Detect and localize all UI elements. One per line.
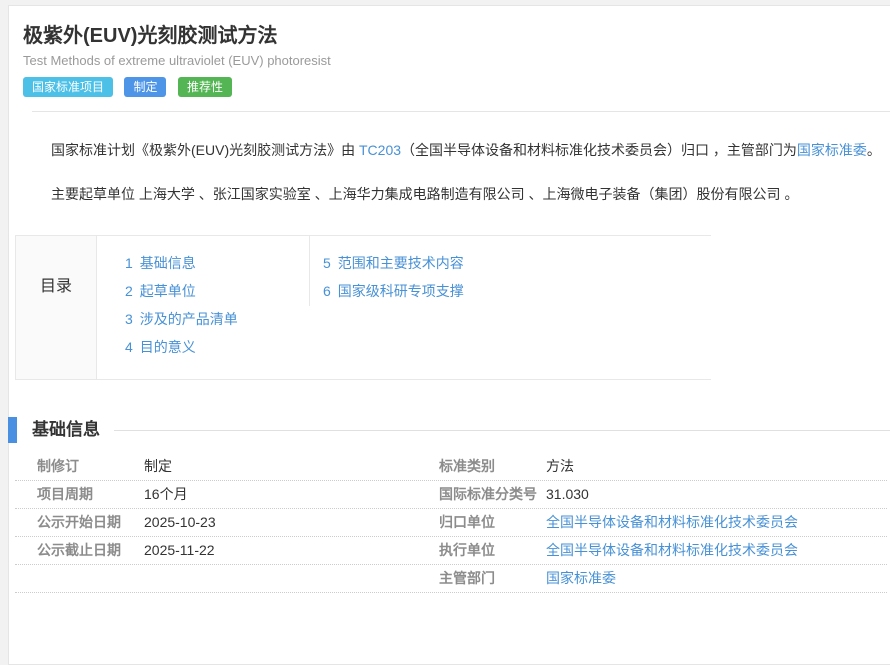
toc-num: 4 <box>125 339 133 355</box>
field-label: 标准类别 <box>439 453 546 480</box>
field-value: 2025-10-23 <box>144 509 216 536</box>
table-cell-right: 执行单位 全国半导体设备和材料标准化技术委员会 <box>439 537 887 564</box>
table-row: 项目周期 16个月 国际标准分类号 31.030 <box>15 481 887 509</box>
field-value: 16个月 <box>144 481 188 508</box>
badge-recommended: 推荐性 <box>178 77 232 97</box>
section-title: 基础信息 <box>32 417 100 443</box>
field-label: 主管部门 <box>439 565 546 592</box>
intro-paragraph-2: 主要起草单位 上海大学 、张江国家实验室 、上海华力集成电路制造有限公司 、上海… <box>23 184 889 204</box>
table-cell-left: 公示开始日期 2025-10-23 <box>15 509 439 536</box>
toc-item-basic-info[interactable]: 1 基础信息 <box>125 249 309 277</box>
field-value: 2025-11-22 <box>144 537 215 564</box>
toc-columns: 1 基础信息 2 起草单位 3 涉及的产品清单 4 目的意义 5 范围和主要技术内容 6国… <box>97 236 464 379</box>
toc-label: 国家级科研专项支撑 <box>338 283 464 299</box>
table-cell-right: 标准类别 方法 <box>439 453 887 480</box>
table-row: 公示截止日期 2025-11-22 执行单位 全国半导体设备和材料标准化技术委员… <box>15 537 887 565</box>
intro-p1-suffix: 。 <box>867 142 881 158</box>
table-cell-left: 项目周期 16个月 <box>15 481 439 508</box>
page-title: 极紫外(EUV)光刻胶测试方法 <box>23 20 890 49</box>
toc-num: 1 <box>125 255 133 271</box>
intro-paragraph-1: 国家标准计划《极紫外(EUV)光刻胶测试方法》由 TC203（全国半导体设备和材… <box>23 140 889 160</box>
section-rule <box>114 430 890 431</box>
badge-formulate: 制定 <box>124 77 166 97</box>
field-value: 方法 <box>546 453 574 480</box>
table-cell-left: 制修订 制定 <box>15 453 439 480</box>
table-cell-left <box>15 565 439 592</box>
toc-column-divider <box>309 236 310 306</box>
toc-item-product-list[interactable]: 3 涉及的产品清单 <box>125 305 309 333</box>
field-label: 制修订 <box>37 453 144 480</box>
toc-label: 基础信息 <box>140 255 196 271</box>
field-value: 制定 <box>144 453 172 480</box>
table-cell-right: 归口单位 全国半导体设备和材料标准化技术委员会 <box>439 509 887 536</box>
table-row: 制修订 制定 标准类别 方法 <box>15 453 887 481</box>
basic-info-section-header: 基础信息 <box>8 417 890 443</box>
table-row: 公示开始日期 2025-10-23 归口单位 全国半导体设备和材料标准化技术委员… <box>15 509 887 537</box>
toc-item-research-support[interactable]: 6 国家级科研专项支撑 <box>323 277 464 305</box>
header-divider <box>32 111 890 112</box>
table-row: 主管部门 国家标准委 <box>15 565 887 593</box>
table-cell-right: 主管部门 国家标准委 <box>439 565 887 592</box>
badge-national-standard-project: 国家标准项目 <box>23 77 113 97</box>
toc-link-4[interactable]: 4 目的意义 <box>125 339 196 355</box>
field-label: 执行单位 <box>439 537 546 564</box>
intro-section: 国家标准计划《极紫外(EUV)光刻胶测试方法》由 TC203（全国半导体设备和材… <box>23 140 890 204</box>
toc-column-2: 5 范围和主要技术内容 6 国家级科研专项支撑 <box>309 249 464 379</box>
toc-label: 起草单位 <box>140 283 196 299</box>
tc203-link[interactable]: TC203 <box>359 142 401 158</box>
field-label: 国际标准分类号 <box>439 481 546 508</box>
table-cell-right: 国际标准分类号 31.030 <box>439 481 887 508</box>
intro-p1-prefix: 国家标准计划《极紫外(EUV)光刻胶测试方法》由 <box>51 142 359 158</box>
field-label: 公示截止日期 <box>37 537 144 564</box>
field-label: 项目周期 <box>37 481 144 508</box>
dept-link[interactable]: 国家标准委 <box>797 142 867 158</box>
executing-unit-link[interactable]: 全国半导体设备和材料标准化技术委员会 <box>546 537 798 564</box>
page-subtitle-english: Test Methods of extreme ultraviolet (EUV… <box>23 53 890 69</box>
section-accent-bar <box>8 417 17 443</box>
toc-box: 目录 1 基础信息 2 起草单位 3 涉及的产品清单 4 目的意义 5 范围和主要技术内容… <box>15 235 711 380</box>
toc-link-2[interactable]: 2 起草单位 <box>125 283 196 299</box>
toc-item-drafting-units[interactable]: 2 起草单位 <box>125 277 309 305</box>
toc-link-6[interactable]: 6 国家级科研专项支撑 <box>323 283 464 299</box>
competent-dept-link[interactable]: 国家标准委 <box>546 565 616 592</box>
toc-column-1: 1 基础信息 2 起草单位 3 涉及的产品清单 4 目的意义 <box>97 249 309 379</box>
badge-row: 国家标准项目 制定 推荐性 <box>23 77 890 97</box>
table-cell-left: 公示截止日期 2025-11-22 <box>15 537 439 564</box>
toc-num: 3 <box>125 311 133 327</box>
toc-heading: 目录 <box>16 236 97 379</box>
standard-detail-card: 极紫外(EUV)光刻胶测试方法 Test Methods of extreme … <box>8 5 890 665</box>
toc-item-purpose[interactable]: 4 目的意义 <box>125 333 309 361</box>
field-label: 归口单位 <box>439 509 546 536</box>
toc-link-1[interactable]: 1 基础信息 <box>125 255 196 271</box>
toc-label: 范围和主要技术内容 <box>338 255 464 271</box>
field-label <box>37 565 144 592</box>
toc-link-5[interactable]: 5 范围和主要技术内容 <box>323 255 464 271</box>
toc-num: 6 <box>323 283 331 299</box>
intro-p1-middle: （全国半导体设备和材料标准化技术委员会）归口 ，主管部门为 <box>401 142 797 158</box>
basic-info-table: 制修订 制定 标准类别 方法 项目周期 16个月 国际标准分类号 31.030 … <box>15 453 887 593</box>
toc-link-3[interactable]: 3 涉及的产品清单 <box>125 311 238 327</box>
toc-num: 5 <box>323 255 331 271</box>
toc-label: 涉及的产品清单 <box>140 311 238 327</box>
field-value: 31.030 <box>546 481 589 508</box>
toc-item-scope[interactable]: 5 范围和主要技术内容 <box>323 249 464 277</box>
toc-num: 2 <box>125 283 133 299</box>
centralized-unit-link[interactable]: 全国半导体设备和材料标准化技术委员会 <box>546 509 798 536</box>
field-label: 公示开始日期 <box>37 509 144 536</box>
toc-label: 目的意义 <box>140 339 196 355</box>
